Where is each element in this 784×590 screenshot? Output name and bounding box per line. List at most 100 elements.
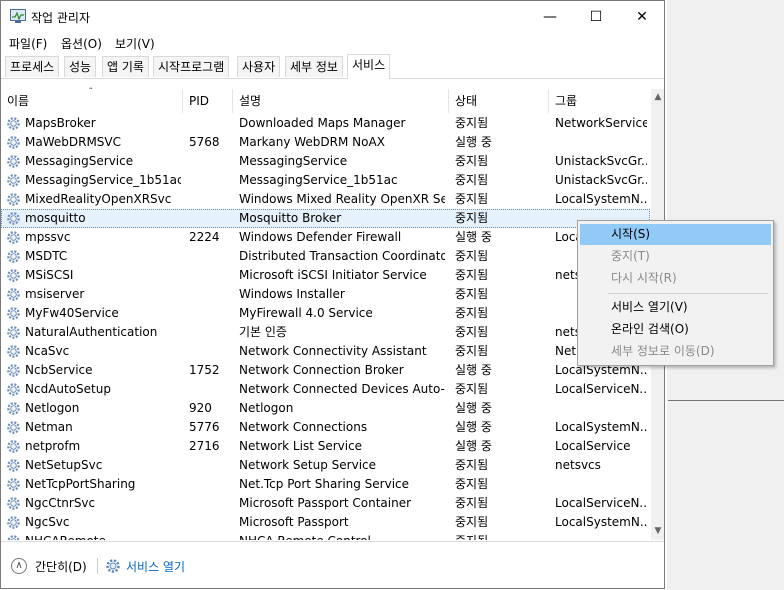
service-status: 중지됨 (455, 173, 489, 187)
tab-app-history[interactable]: 앱 기록 (102, 56, 149, 77)
service-group: netsvcs (555, 458, 601, 472)
table-row[interactable]: MyFw40Service MyFirewall 4.0 Service 중지됨 (1, 304, 650, 323)
gear-icon (7, 250, 20, 263)
table-row[interactable]: NHCARemote NHCA Remote Control 중지됨 (1, 532, 650, 540)
task-manager-window: 작업 관리자 — ☐ ✕ 파일(F) 옵션(O) 보기(V) 프로세스 성능 앱… (0, 0, 665, 589)
service-description: Microsoft Passport (239, 515, 349, 529)
close-button[interactable]: ✕ (619, 1, 664, 33)
service-status: 중지됨 (455, 515, 489, 529)
table-row[interactable]: MSiSCSI Microsoft iSCSI Initiator Service… (1, 266, 650, 285)
context-menu-stop[interactable]: 중지(T) (580, 246, 771, 267)
service-status: 중지됨 (455, 154, 489, 168)
table-row[interactable]: MessagingService_1b51ac MessagingService_… (1, 171, 650, 190)
table-row[interactable]: Netman 5776 Network Connections 실행 중 LocalSy… (1, 418, 650, 437)
table-row[interactable]: netprofm 2716 Network List Service 실행 중 Loca… (1, 437, 650, 456)
gear-icon (7, 193, 20, 206)
service-description: Markany WebDRM NoAX (239, 135, 385, 149)
service-name: MessagingService (25, 154, 134, 168)
table-row[interactable]: NaturalAuthentication 기본 인증 중지됨 nets (1, 323, 650, 342)
service-name: msiserver (25, 287, 85, 301)
gear-icon (7, 212, 20, 225)
context-menu-open-services[interactable]: 서비스 열기(V) (580, 297, 771, 318)
service-description: Network List Service (239, 439, 363, 453)
service-name: NHCARemote (25, 532, 181, 540)
context-menu-go-to-details[interactable]: 세부 정보로 이동(D) (580, 341, 771, 362)
table-row[interactable]: NetSetupSvc Network Setup Service 중지됨 netsv… (1, 456, 650, 475)
service-description: Netlogon (239, 401, 294, 415)
service-status: 중지됨 (455, 192, 489, 206)
service-name: NgcSvc (25, 515, 70, 529)
service-status: 중지됨 (455, 382, 489, 396)
service-description: Distributed Transaction Coordinator (239, 249, 445, 263)
gear-icon (7, 535, 20, 540)
minimize-button[interactable]: — (527, 1, 573, 33)
menu-file[interactable]: 파일(F) (9, 35, 47, 52)
context-menu: 시작(S) 중지(T) 다시 시작(R) 서비스 열기(V) 온라인 검색(O)… (577, 220, 774, 366)
menu-options[interactable]: 옵션(O) (61, 35, 102, 52)
table-row[interactable]: NetTcpPortSharing Net.Tcp Port Sharing Se… (1, 475, 650, 494)
service-status: 실행 중 (455, 420, 492, 434)
gear-icon (7, 383, 20, 396)
table-row[interactable]: NgcSvc Microsoft Passport 중지됨 LocalSystemN.… (1, 513, 650, 532)
context-menu-search-online[interactable]: 온라인 검색(O) (580, 319, 771, 340)
gear-icon (7, 307, 20, 320)
service-name: mosquitto (25, 211, 86, 225)
column-header-group[interactable]: 그룹 (549, 89, 651, 113)
tab-processes[interactable]: 프로세스 (5, 56, 60, 77)
service-description: Network Connected Devices Auto-... (239, 382, 445, 396)
gear-icon[interactable] (105, 558, 121, 574)
footer-bar: ∧ 간단히(D) 서비스 열기 (1, 541, 664, 588)
tab-users[interactable]: 사용자 (237, 56, 281, 77)
tab-services[interactable]: 서비스 (347, 54, 391, 79)
table-row[interactable]: mpssvc 2224 Windows Defender Firewall 실행 중L… (1, 228, 650, 247)
service-description: Network Setup Service (239, 458, 377, 472)
tab-details[interactable]: 세부 정보 (285, 56, 343, 77)
table-row[interactable]: NcdAutoSetup Network Connected Devices Au… (1, 380, 650, 399)
service-pid: 920 (189, 401, 212, 415)
scroll-down-icon[interactable]: ▼ (651, 523, 664, 540)
column-header-description[interactable]: 설명 (233, 89, 449, 113)
table-row[interactable]: MapsBroker Downloaded Maps Manager 중지됨 Netw… (1, 114, 650, 133)
table-row[interactable]: mosquitto Mosquitto Broker 중지됨 (1, 209, 650, 228)
context-menu-restart[interactable]: 다시 시작(R) (580, 268, 771, 289)
table-row[interactable]: MessagingService MessagingService 중지됨 Unist… (1, 152, 650, 171)
table-row[interactable]: NcbService 1752 Network Connection Broker 실… (1, 361, 650, 380)
title-bar[interactable]: 작업 관리자 — ☐ ✕ (1, 1, 664, 33)
table-row[interactable]: MixedRealityOpenXRSvc Windows Mixed Reali… (1, 190, 650, 209)
table-row[interactable]: NcaSvc Network Connectivity Assistant 중지됨 N… (1, 342, 650, 361)
table-row[interactable]: msiserver Windows Installer 중지됨 (1, 285, 650, 304)
service-name: NgcCtnrSvc (25, 496, 96, 510)
table-row[interactable]: MaWebDRMSVC 5768 Markany WebDRM NoAX 실행 중 (1, 133, 650, 152)
service-name: MSDTC (25, 249, 68, 263)
gear-icon (7, 402, 20, 415)
context-menu-start[interactable]: 시작(S) (580, 224, 771, 245)
table-row[interactable]: Netlogon 920 Netlogon 실행 중 (1, 399, 650, 418)
maximize-button[interactable]: ☐ (573, 1, 619, 33)
service-description: Windows Defender Firewall (239, 230, 402, 244)
service-pid: 5776 (189, 420, 220, 434)
service-status: 실행 중 (455, 135, 492, 149)
menu-view[interactable]: 보기(V) (115, 35, 155, 52)
open-services-link[interactable]: 서비스 열기 (126, 558, 185, 575)
fewer-details-link[interactable]: 간단히(D) (35, 558, 87, 575)
table-row[interactable]: MSDTC Distributed Transaction Coordinator… (1, 247, 650, 266)
service-description: NHCA Remote Control (239, 532, 445, 540)
service-name: MixedRealityOpenXRSvc (25, 192, 172, 206)
service-description: 기본 인증 (239, 325, 287, 339)
tab-startup[interactable]: 시작프로그램 (153, 56, 230, 77)
service-status: 중지됨 (455, 532, 547, 540)
service-status: 중지됨 (455, 325, 489, 339)
gear-icon (7, 174, 20, 187)
chevron-up-icon[interactable]: ∧ (11, 558, 27, 574)
column-header-name[interactable]: 이름 (1, 89, 183, 113)
service-name: MaWebDRMSVC (25, 135, 122, 149)
scroll-up-icon[interactable]: ▲ (651, 89, 664, 106)
column-header-pid[interactable]: PID (183, 89, 233, 113)
tab-performance[interactable]: 성능 (64, 56, 97, 77)
service-group: UnistackSvcGr... (555, 173, 647, 187)
column-header-status[interactable]: 상태 (449, 89, 549, 113)
table-row[interactable]: NgcCtnrSvc Microsoft Passport Container 중지… (1, 494, 650, 513)
service-description: Windows Installer (239, 287, 345, 301)
service-name: MessagingService_1b51ac (25, 173, 181, 187)
gear-icon (7, 516, 20, 529)
